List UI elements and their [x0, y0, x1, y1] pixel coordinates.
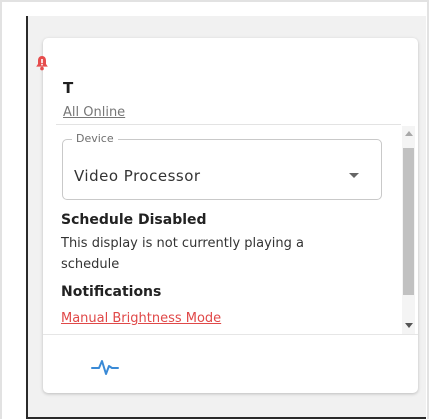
alert-bell-icon — [36, 56, 48, 71]
schedule-description: This display is not currently playing a … — [61, 236, 304, 272]
status-link[interactable]: All Online — [63, 105, 125, 120]
scroll-down-arrow-icon[interactable] — [405, 323, 413, 328]
device-select-label: Device — [72, 132, 118, 145]
status-divider — [56, 124, 401, 125]
vertical-scrollbar[interactable] — [402, 126, 415, 334]
card-title: T — [63, 79, 74, 97]
device-select[interactable]: Device Video Processor — [62, 132, 382, 200]
scroll-up-arrow-icon[interactable] — [405, 131, 413, 136]
schedule-heading: Schedule Disabled — [61, 212, 207, 228]
notification-link[interactable]: Manual Brightness Mode — [61, 311, 221, 326]
scrollbar-thumb[interactable] — [403, 148, 414, 295]
activity-pulse-icon[interactable] — [91, 358, 119, 376]
frame-edge-left — [0, 0, 2, 419]
card-scroll-area[interactable]: Device Video Processor Schedule Disabled… — [56, 126, 401, 334]
notifications-heading: Notifications — [61, 284, 162, 300]
card-footer-divider — [43, 334, 418, 335]
frame-edge-top — [0, 0, 429, 2]
device-select-value: Video Processor — [74, 167, 201, 185]
caret-down-icon — [349, 173, 359, 178]
window-frame: T All Online Device Video Processor Sche… — [0, 0, 429, 419]
